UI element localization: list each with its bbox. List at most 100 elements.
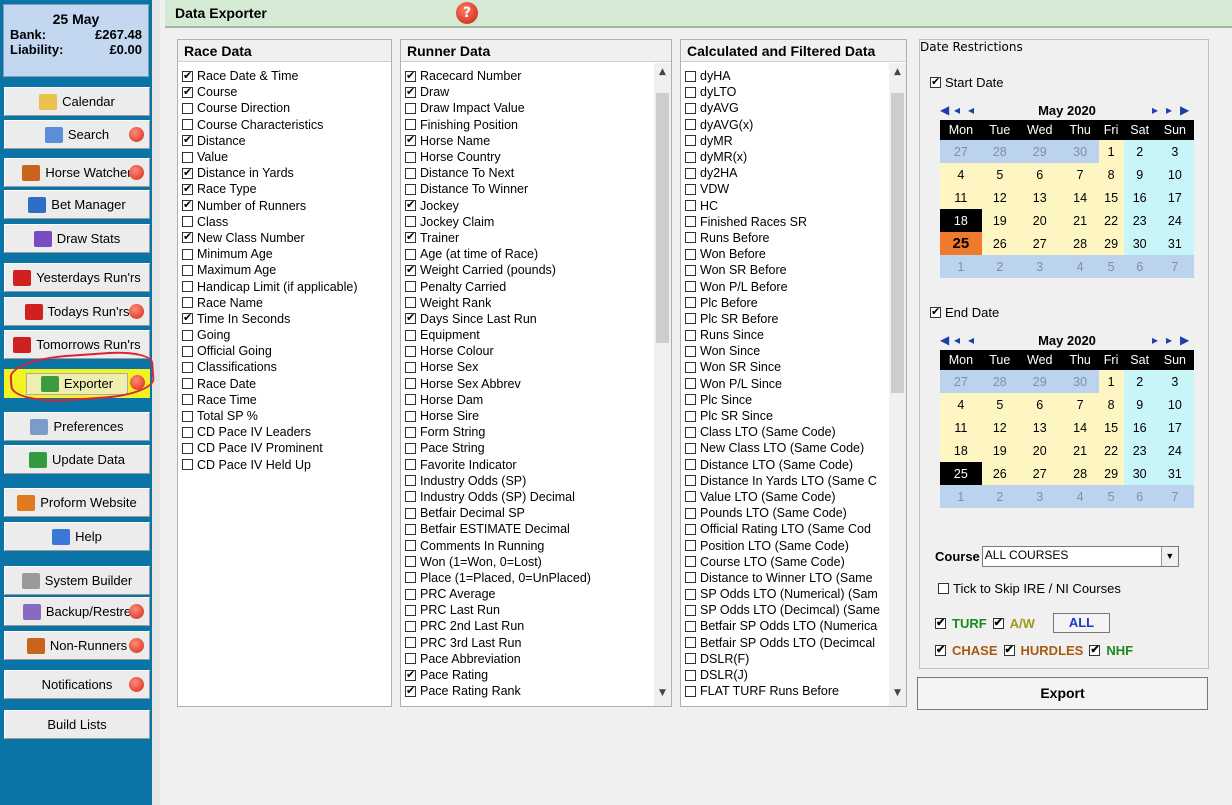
checkbox[interactable]: [182, 345, 193, 357]
list-item[interactable]: Plc SR Before: [685, 311, 906, 327]
checkbox[interactable]: [405, 426, 416, 438]
list-item[interactable]: dyHA: [685, 68, 906, 84]
calendar-day[interactable]: 25: [940, 232, 982, 255]
checkbox[interactable]: [405, 281, 416, 293]
checkbox[interactable]: [685, 378, 696, 390]
checkbox[interactable]: [182, 281, 193, 293]
list-item[interactable]: Race Time: [182, 392, 391, 408]
list-item[interactable]: Total SP %: [182, 408, 391, 424]
list-item[interactable]: Number of Runners: [182, 198, 391, 214]
checkbox[interactable]: [685, 248, 696, 260]
calendar-day[interactable]: 5: [1098, 255, 1124, 278]
sidebar-tomorrows-run-rs-button[interactable]: Tomorrows Run'rs: [4, 330, 150, 359]
calendar-day[interactable]: 5: [981, 393, 1018, 416]
list-item[interactable]: CD Pace IV Leaders: [182, 424, 391, 440]
checkbox[interactable]: [182, 459, 193, 471]
calendar-day[interactable]: 20: [1017, 439, 1062, 462]
next-week-icon[interactable]: ▸: [1152, 333, 1166, 347]
list-item[interactable]: Days Since Last Run: [405, 311, 671, 327]
list-item[interactable]: Pounds LTO (Same Code): [685, 505, 906, 521]
calendar-day[interactable]: 24: [1155, 439, 1194, 462]
checkbox[interactable]: [405, 637, 416, 649]
aw-checkbox[interactable]: [992, 616, 1004, 629]
list-item[interactable]: Distance LTO (Same Code): [685, 457, 906, 473]
sidebar-calendar-button[interactable]: Calendar: [4, 87, 150, 116]
sidebar-backup-restre-button[interactable]: Backup/Restre: [4, 597, 150, 626]
prev-month-icon[interactable]: ◂: [954, 103, 968, 117]
checkbox[interactable]: [685, 669, 696, 681]
list-item[interactable]: Plc SR Since: [685, 408, 906, 424]
list-item[interactable]: Horse Sire: [405, 408, 671, 424]
list-item[interactable]: Official Rating LTO (Same Cod: [685, 521, 906, 537]
checkbox[interactable]: [685, 232, 696, 244]
checkbox[interactable]: [405, 491, 416, 503]
list-item[interactable]: Form String: [405, 424, 671, 440]
list-item[interactable]: Place (1=Placed, 0=UnPlaced): [405, 570, 671, 586]
checkbox[interactable]: [685, 572, 696, 584]
list-item[interactable]: Plc Since: [685, 392, 906, 408]
calendar-day[interactable]: 20: [1017, 209, 1062, 232]
list-item[interactable]: SP Odds LTO (Numerical) (Sam: [685, 586, 906, 602]
calendar-day[interactable]: 6: [1017, 163, 1062, 186]
checkbox[interactable]: [405, 442, 416, 454]
list-item[interactable]: dyAVG(x): [685, 117, 906, 133]
list-item[interactable]: Finished Races SR: [685, 214, 906, 230]
scroll-down-icon[interactable]: ▼: [889, 688, 906, 704]
list-item[interactable]: FLAT TURF Runs Before: [685, 683, 906, 699]
export-button[interactable]: Export: [917, 677, 1208, 710]
list-item[interactable]: Penalty Carried: [405, 278, 671, 294]
list-item[interactable]: Distance To Winner: [405, 181, 671, 197]
skip-ire-checkbox[interactable]: [938, 583, 949, 594]
calendar-day[interactable]: 14: [1061, 416, 1099, 439]
list-item[interactable]: Won SR Before: [685, 262, 906, 278]
calendar-day[interactable]: 18: [940, 209, 982, 232]
list-item[interactable]: Position LTO (Same Code): [685, 537, 906, 553]
prev-week-icon[interactable]: ◂: [968, 333, 982, 347]
checkbox[interactable]: [405, 198, 416, 212]
calendar-day[interactable]: 7: [1155, 255, 1194, 278]
list-item[interactable]: Going: [182, 327, 391, 343]
checkbox[interactable]: [405, 361, 416, 373]
calendar-day[interactable]: 17: [1155, 186, 1194, 209]
calendar-day[interactable]: 6: [1017, 393, 1062, 416]
sidebar-non-runners-button[interactable]: Non-Runners: [4, 631, 150, 660]
list-item[interactable]: PRC 3rd Last Run: [405, 635, 671, 651]
calendar-day[interactable]: 18: [940, 439, 982, 462]
checkbox[interactable]: [405, 540, 416, 552]
calendar-day[interactable]: 27: [1017, 462, 1062, 485]
help-icon[interactable]: [129, 127, 144, 142]
scroll-thumb[interactable]: [656, 93, 669, 343]
nhf-checkbox[interactable]: [1089, 643, 1101, 656]
list-item[interactable]: Racecard Number: [405, 68, 671, 84]
calendar-day[interactable]: 31: [1155, 462, 1194, 485]
checkbox[interactable]: [182, 311, 193, 325]
checkbox[interactable]: [182, 426, 193, 438]
checkbox[interactable]: [405, 167, 416, 179]
calendar-day[interactable]: 2: [981, 255, 1018, 278]
calendar-day[interactable]: 19: [981, 209, 1018, 232]
calendar-day[interactable]: 7: [1061, 163, 1099, 186]
scroll-up-icon[interactable]: ▲: [654, 67, 671, 83]
checkbox[interactable]: [182, 198, 193, 212]
calendar-day[interactable]: 8: [1098, 393, 1124, 416]
all-button[interactable]: ALL: [1052, 613, 1110, 633]
list-item[interactable]: PRC Average: [405, 586, 671, 602]
help-icon[interactable]: [130, 375, 145, 390]
list-item[interactable]: Pace Rating Rank: [405, 683, 671, 699]
checkbox[interactable]: [405, 684, 416, 697]
checkbox[interactable]: [182, 264, 193, 276]
list-item[interactable]: Distance to Winner LTO (Same: [685, 570, 906, 586]
checkbox[interactable]: [685, 459, 696, 471]
checkbox[interactable]: [405, 620, 416, 632]
checkbox[interactable]: [405, 311, 416, 325]
list-item[interactable]: CD Pace IV Held Up: [182, 457, 391, 473]
calendar-day[interactable]: 7: [1061, 393, 1099, 416]
list-item[interactable]: Betfair Decimal SP: [405, 505, 671, 521]
list-item[interactable]: Race Date & Time: [182, 68, 391, 84]
calendar-day[interactable]: 16: [1123, 416, 1156, 439]
calendar-day[interactable]: 3: [1017, 485, 1062, 508]
checkbox[interactable]: [685, 442, 696, 454]
calendar-day[interactable]: 3: [1017, 255, 1062, 278]
calendar-day[interactable]: 28: [1061, 462, 1099, 485]
checkbox[interactable]: [685, 475, 696, 487]
